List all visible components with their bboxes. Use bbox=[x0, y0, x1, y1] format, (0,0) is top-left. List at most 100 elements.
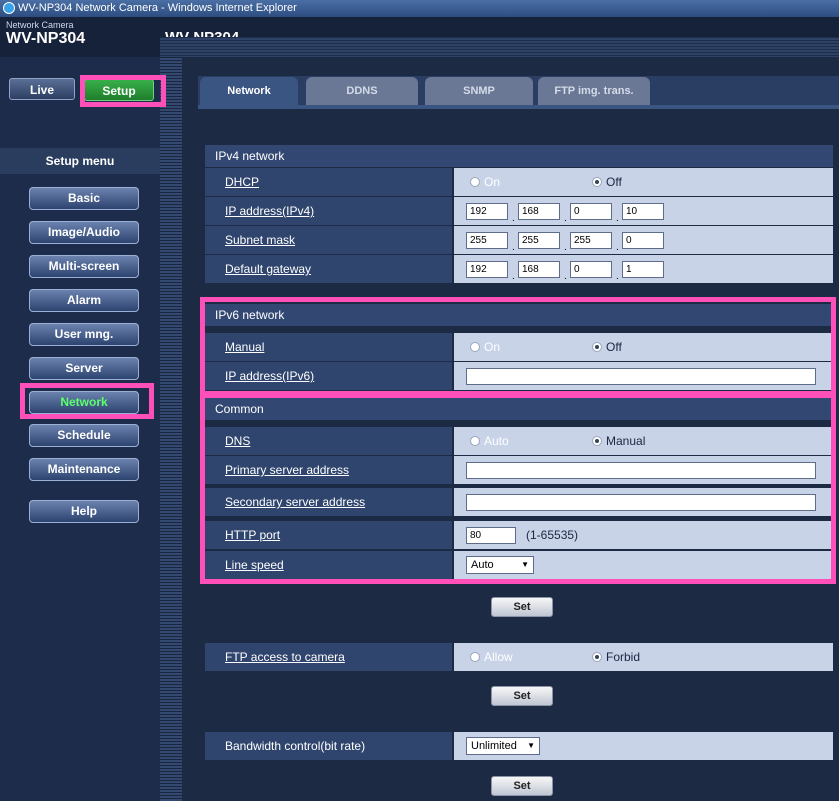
ipv6-manual-label[interactable]: Manual bbox=[205, 333, 452, 361]
primary-dns-value bbox=[454, 456, 833, 484]
gw-octet-3[interactable]: 0 bbox=[570, 261, 612, 278]
ftp-allow-radio[interactable]: Allow bbox=[470, 650, 513, 664]
ipv6-address-label[interactable]: IP address(IPv6) bbox=[205, 362, 452, 390]
dhcp-row: DHCP On Off bbox=[205, 168, 833, 197]
divider-stripe bbox=[160, 57, 182, 801]
sidebar-item-basic[interactable]: Basic bbox=[29, 187, 139, 210]
main-content: Network DDNS SNMP FTP img. trans. IPv4 n… bbox=[182, 57, 839, 801]
secondary-dns-value bbox=[454, 488, 833, 516]
sidebar-item-help[interactable]: Help bbox=[29, 500, 139, 523]
set-button-bandwidth[interactable]: Set bbox=[491, 776, 553, 796]
ipv6-manual-off-radio[interactable]: Off bbox=[592, 340, 622, 354]
ipv4-address-row: IP address(IPv4) 192 . 168 . 0 . 10 bbox=[205, 197, 833, 226]
product-type-label: Network Camera bbox=[6, 20, 74, 30]
ipv6-address-input[interactable] bbox=[466, 368, 816, 385]
http-port-value: 80 (1-65535) bbox=[454, 521, 833, 549]
line-speed-select[interactable]: Auto ▼ bbox=[466, 556, 534, 574]
dhcp-value: On Off bbox=[454, 168, 833, 196]
gw-octet-1[interactable]: 192 bbox=[466, 261, 508, 278]
http-port-range: (1-65535) bbox=[526, 528, 579, 542]
dhcp-on-radio[interactable]: On bbox=[470, 175, 500, 189]
ipv4-address-value: 192 . 168 . 0 . 10 bbox=[454, 197, 833, 225]
ftp-access-value: Allow Forbid bbox=[454, 643, 833, 671]
http-port-label[interactable]: HTTP port bbox=[205, 521, 452, 549]
subnet-mask-value: 255 . 255 . 255 . 0 bbox=[454, 226, 833, 254]
ftp-access-label[interactable]: FTP access to camera bbox=[205, 643, 452, 671]
chevron-down-icon: ▼ bbox=[521, 560, 529, 569]
dhcp-off-radio[interactable]: Off bbox=[592, 175, 622, 189]
dns-value: Auto Manual bbox=[454, 427, 833, 455]
dns-label[interactable]: DNS bbox=[205, 427, 452, 455]
window-title: WV-NP304 Network Camera - Windows Intern… bbox=[18, 2, 297, 14]
ipv6-manual-on-radio[interactable]: On bbox=[470, 340, 500, 354]
header-stripes bbox=[160, 37, 839, 57]
ipv6-address-row: IP address(IPv6) bbox=[205, 362, 833, 391]
bandwidth-label: Bandwidth control(bit rate) bbox=[205, 732, 452, 760]
sidebar-item-server[interactable]: Server bbox=[29, 357, 139, 380]
ipv4-octet-3[interactable]: 0 bbox=[570, 203, 612, 220]
ipv4-section-header: IPv4 network bbox=[205, 145, 833, 167]
dns-auto-radio[interactable]: Auto bbox=[470, 434, 509, 448]
ie-icon bbox=[3, 2, 15, 14]
sidebar-item-multi-screen[interactable]: Multi-screen bbox=[29, 255, 139, 278]
ipv6-manual-value: On Off bbox=[454, 333, 833, 361]
ftp-forbid-radio[interactable]: Forbid bbox=[592, 650, 640, 664]
sidebar-item-alarm[interactable]: Alarm bbox=[29, 289, 139, 312]
subnet-mask-label[interactable]: Subnet mask bbox=[205, 226, 452, 254]
primary-dns-row: Primary server address bbox=[205, 456, 833, 485]
sidebar-item-image-audio[interactable]: Image/Audio bbox=[29, 221, 139, 244]
ipv6-manual-row: Manual On Off bbox=[205, 333, 833, 362]
bandwidth-value: Unlimited ▼ bbox=[454, 732, 833, 760]
window-title-bar: WV-NP304 Network Camera - Windows Intern… bbox=[0, 0, 839, 17]
ipv6-section-header: IPv6 network bbox=[205, 304, 833, 326]
dhcp-label[interactable]: DHCP bbox=[205, 168, 452, 196]
default-gateway-value: 192 . 168 . 0 . 1 bbox=[454, 255, 833, 283]
line-speed-value: Auto ▼ bbox=[454, 551, 833, 579]
left-panel: Live Setup Setup menu Basic Image/Audio … bbox=[0, 57, 160, 801]
secondary-dns-input[interactable] bbox=[466, 494, 816, 511]
ipv4-octet-4[interactable]: 10 bbox=[622, 203, 664, 220]
tab-network[interactable]: Network bbox=[200, 77, 298, 105]
common-section-header: Common bbox=[205, 398, 833, 420]
gw-octet-4[interactable]: 1 bbox=[622, 261, 664, 278]
sidebar-item-network[interactable]: Network bbox=[29, 391, 139, 414]
default-gateway-label[interactable]: Default gateway bbox=[205, 255, 452, 283]
ipv4-octet-1[interactable]: 192 bbox=[466, 203, 508, 220]
set-button-ftp[interactable]: Set bbox=[491, 686, 553, 706]
mask-octet-2[interactable]: 255 bbox=[518, 232, 560, 249]
setup-menu-header: Setup menu bbox=[0, 148, 160, 174]
default-gateway-row: Default gateway 192 . 168 . 0 . 1 bbox=[205, 255, 833, 284]
ipv4-address-label[interactable]: IP address(IPv4) bbox=[205, 197, 452, 225]
chevron-down-icon: ▼ bbox=[527, 741, 535, 750]
bandwidth-row: Bandwidth control(bit rate) Unlimited ▼ bbox=[205, 732, 833, 761]
live-button[interactable]: Live bbox=[9, 78, 75, 100]
mask-octet-4[interactable]: 0 bbox=[622, 232, 664, 249]
secondary-dns-label[interactable]: Secondary server address bbox=[205, 488, 452, 516]
dns-manual-radio[interactable]: Manual bbox=[592, 434, 645, 448]
ipv4-octet-2[interactable]: 168 bbox=[518, 203, 560, 220]
dns-row: DNS Auto Manual bbox=[205, 427, 833, 456]
tab-ftp-img-trans[interactable]: FTP img. trans. bbox=[538, 77, 650, 105]
product-logo: WV-NP304 bbox=[6, 30, 86, 47]
setup-button[interactable]: Setup bbox=[84, 79, 154, 101]
sidebar-item-schedule[interactable]: Schedule bbox=[29, 424, 139, 447]
mask-octet-3[interactable]: 255 bbox=[570, 232, 612, 249]
primary-dns-label[interactable]: Primary server address bbox=[205, 456, 452, 484]
set-button-network[interactable]: Set bbox=[491, 597, 553, 617]
http-port-row: HTTP port 80 (1-65535) bbox=[205, 521, 833, 550]
tab-snmp[interactable]: SNMP bbox=[425, 77, 533, 105]
line-speed-row: Line speed Auto ▼ bbox=[205, 551, 833, 580]
line-speed-label[interactable]: Line speed bbox=[205, 551, 452, 579]
ftp-access-row: FTP access to camera Allow Forbid bbox=[205, 643, 833, 672]
tab-ddns[interactable]: DDNS bbox=[306, 77, 418, 105]
sidebar-item-user-mng[interactable]: User mng. bbox=[29, 323, 139, 346]
http-port-input[interactable]: 80 bbox=[466, 527, 516, 544]
tab-underline bbox=[198, 105, 839, 109]
secondary-dns-row: Secondary server address bbox=[205, 488, 833, 517]
primary-dns-input[interactable] bbox=[466, 462, 816, 479]
sidebar-item-maintenance[interactable]: Maintenance bbox=[29, 458, 139, 481]
gw-octet-2[interactable]: 168 bbox=[518, 261, 560, 278]
mask-octet-1[interactable]: 255 bbox=[466, 232, 508, 249]
subnet-mask-row: Subnet mask 255 . 255 . 255 . 0 bbox=[205, 226, 833, 255]
bandwidth-select[interactable]: Unlimited ▼ bbox=[466, 737, 540, 755]
